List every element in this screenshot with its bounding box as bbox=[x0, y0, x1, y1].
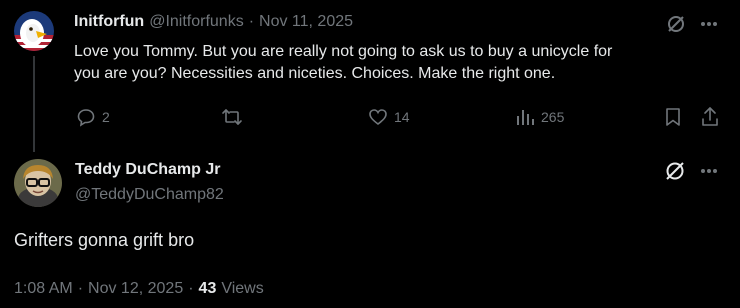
like-count: 14 bbox=[394, 109, 410, 125]
main-meta: 1:08 AM · Nov 12, 2025 · 43 Views bbox=[14, 280, 264, 298]
grok-icon[interactable] bbox=[666, 14, 686, 34]
reply-icon bbox=[76, 107, 96, 127]
like-action-button[interactable]: 14 bbox=[368, 107, 410, 127]
like-icon bbox=[368, 107, 388, 127]
reply-action-button[interactable]: 2 bbox=[76, 107, 110, 127]
views-action-button[interactable]: 265 bbox=[515, 107, 564, 127]
repost-icon bbox=[221, 107, 243, 127]
views-count: 265 bbox=[541, 109, 565, 125]
main-date[interactable]: Nov 12, 2025 bbox=[88, 280, 183, 298]
meta-separator-1: · bbox=[77, 280, 84, 297]
reply-text-line-2: you are you? Necessities and niceties. C… bbox=[74, 65, 556, 82]
reply-handle[interactable]: @Initforfunks bbox=[149, 13, 244, 31]
meta-separator-2: · bbox=[188, 280, 194, 297]
main-display-name[interactable]: Teddy DuChamp Jr bbox=[75, 161, 221, 179]
share-icon[interactable] bbox=[700, 106, 720, 128]
main-handle[interactable]: @TeddyDuChamp82 bbox=[75, 186, 224, 204]
main-time[interactable]: 1:08 AM bbox=[14, 280, 73, 298]
avatar-teddy[interactable] bbox=[14, 159, 62, 207]
reply-text-line-1: Love you Tommy. But you are really not g… bbox=[74, 43, 613, 60]
grok-icon-main[interactable] bbox=[664, 160, 686, 182]
avatar-initforfun[interactable] bbox=[14, 11, 54, 51]
main-tweet-text: Grifters gonna grift bro bbox=[14, 230, 195, 250]
reply-header: Initforfun @Initforfunks · Nov 11, 2025 bbox=[74, 13, 353, 31]
reply-count: 2 bbox=[102, 109, 110, 125]
reply-display-name[interactable]: Initforfun bbox=[74, 13, 144, 31]
reply-date[interactable]: Nov 11, 2025 bbox=[259, 13, 353, 31]
thread-line bbox=[33, 56, 35, 152]
bookmark-icon[interactable] bbox=[664, 107, 682, 127]
views-icon bbox=[515, 107, 535, 127]
more-icon-main[interactable] bbox=[700, 168, 718, 174]
reply-separator: · bbox=[248, 13, 255, 30]
repost-action-button[interactable] bbox=[221, 107, 243, 127]
more-icon[interactable] bbox=[700, 21, 718, 27]
views-count-main: 43 bbox=[198, 280, 217, 297]
reply-text: Love you Tommy. But you are really not g… bbox=[74, 41, 734, 85]
views-label: Views bbox=[221, 280, 264, 297]
